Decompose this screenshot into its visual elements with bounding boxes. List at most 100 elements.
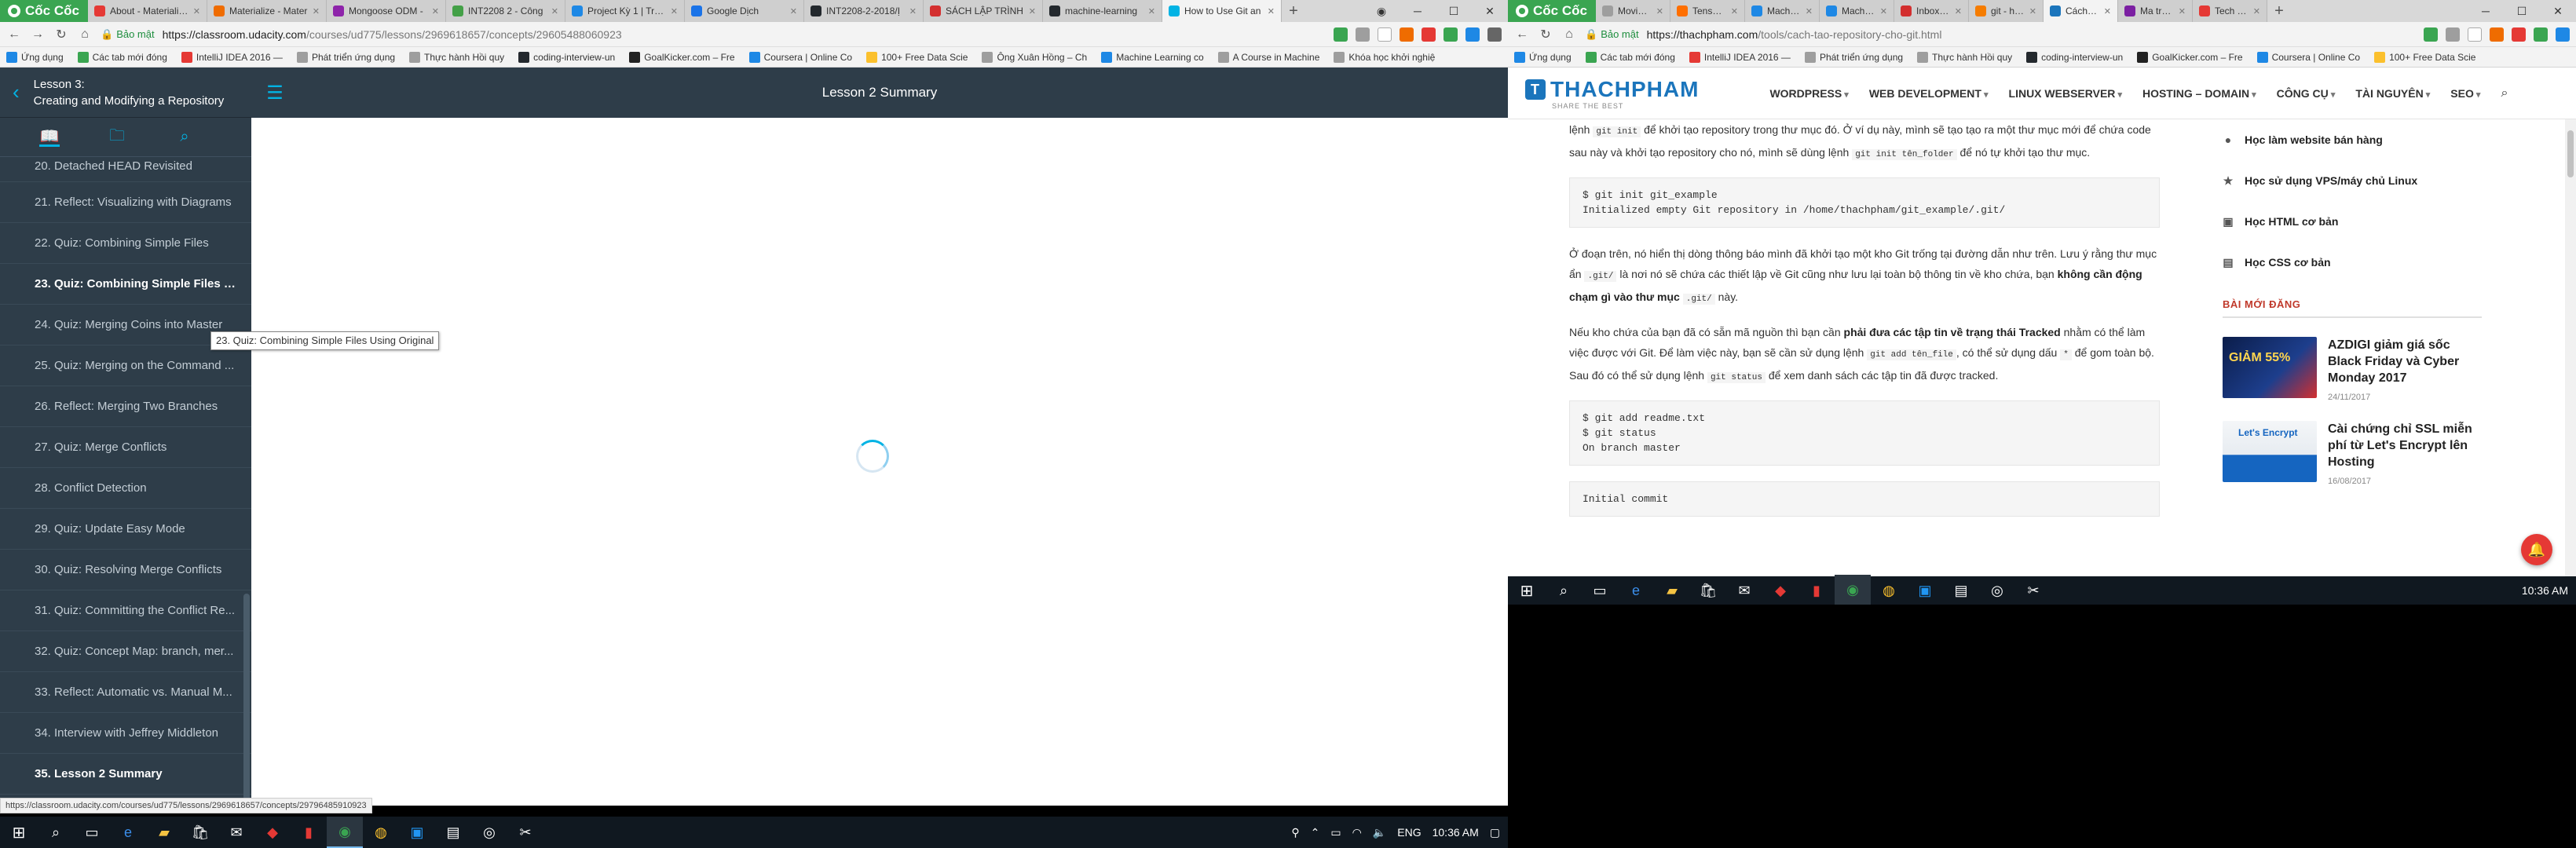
cart-extension-icon[interactable] (1334, 27, 1348, 42)
file-explorer-icon[interactable]: ▰ (146, 817, 182, 848)
bookmark-item[interactable]: Các tab mới đóng (1585, 51, 1675, 63)
sidebar-link[interactable]: ▣ Học HTML cơ bản (2223, 201, 2482, 242)
task-view-icon[interactable]: ▭ (1582, 575, 1618, 606)
tab-close-icon[interactable]: ✕ (1731, 6, 1738, 16)
back-chevron-icon[interactable]: ‹ (13, 80, 20, 104)
clock[interactable]: 10:36 AM (2522, 584, 2568, 597)
tab-close-icon[interactable]: ✕ (193, 6, 200, 16)
adblock-icon[interactable] (2512, 27, 2526, 42)
sidebar-link[interactable]: ★ Học sử dụng VPS/máy chủ Linux (2223, 160, 2482, 201)
site-logo[interactable]: T THACHPHAM SHARE THE BEST (1525, 77, 1699, 110)
store-icon[interactable]: 🛍 (1690, 575, 1726, 606)
tab-close-icon[interactable]: ✕ (313, 6, 320, 16)
browser-tab[interactable]: Moving Ca ✕ (1596, 0, 1670, 22)
windows-start-icon[interactable]: ⊞ (1508, 575, 1546, 606)
browser-tab[interactable]: About - Materialize ✕ (88, 0, 207, 22)
search-icon[interactable]: ⌕ (1546, 575, 1582, 606)
browser-tab[interactable]: Ma trận kh ✕ (2118, 0, 2193, 22)
nav-menu-item[interactable]: SEO (2450, 87, 2480, 100)
browser-tab[interactable]: INT2208 2 - Công ✕ (446, 0, 565, 22)
download-icon[interactable] (1444, 27, 1458, 42)
scrollbar-thumb[interactable] (2567, 130, 2574, 177)
bookmark-item[interactable]: Thực hành Hồi quy (1917, 51, 2012, 63)
bookmark-item[interactable]: Các tab mới đóng (77, 51, 167, 63)
concept-item[interactable]: 32. Quiz: Concept Map: branch, mer... (0, 631, 251, 672)
maximize-button[interactable]: ☐ (2504, 5, 2540, 18)
clock[interactable]: 10:36 AM (1433, 826, 1479, 839)
coccoc-brand-button[interactable]: Cốc Cốc (1508, 0, 1596, 22)
secure-indicator[interactable]: 🔒 Bảo mật (101, 28, 155, 41)
cart-extension-icon[interactable] (2424, 27, 2438, 42)
concept-item[interactable]: 23. Quiz: Combining Simple Files Usi... (0, 264, 251, 305)
concept-item[interactable]: 28. Conflict Detection (0, 468, 251, 509)
nav-menu-item[interactable]: LINUX WEBSERVER (2009, 87, 2122, 100)
url-field[interactable]: https://thachpham.com/tools/cach-tao-rep… (1647, 28, 2416, 41)
bookmark-item[interactable]: IntelliJ IDEA 2016 — (1689, 51, 1791, 63)
battery-icon[interactable]: ▭ (1330, 826, 1341, 839)
pdf-icon[interactable]: ▮ (291, 817, 327, 848)
app-icon[interactable]: ◎ (471, 817, 507, 848)
browser-tab[interactable]: Mongoose ODM - ✕ (327, 0, 446, 22)
concept-item[interactable]: 25. Quiz: Merging on the Command ... (0, 345, 251, 386)
task-view-icon[interactable]: ▭ (74, 817, 110, 848)
bookmark-item[interactable]: A Course in Machine (1217, 51, 1319, 63)
search-icon[interactable]: ⌕ (174, 128, 195, 147)
minimize-button[interactable]: ─ (1400, 5, 1436, 17)
concept-item[interactable]: 27. Quiz: Merge Conflicts (0, 427, 251, 468)
reload-icon[interactable]: ↻ (1538, 27, 1553, 42)
tab-close-icon[interactable]: ✕ (551, 6, 558, 16)
concept-item[interactable]: 33. Reflect: Automatic vs. Manual M... (0, 672, 251, 713)
concept-item[interactable]: 29. Quiz: Update Easy Mode (0, 509, 251, 550)
browser-tab[interactable]: Google Dịch ✕ (685, 0, 804, 22)
concept-item[interactable]: 20. Detached HEAD Revisited (0, 157, 251, 182)
star-bookmark-icon[interactable] (2468, 27, 2482, 42)
bookmark-item[interactable]: GoalKicker.com – Fre (629, 51, 735, 63)
tab-close-icon[interactable]: ✕ (432, 6, 439, 16)
folder-icon[interactable]: ▣ (399, 817, 435, 848)
tab-close-icon[interactable]: ✕ (1880, 6, 1887, 16)
nav-menu-item[interactable]: WORDPRESS (1769, 87, 1848, 100)
tab-close-icon[interactable]: ✕ (1955, 6, 1962, 16)
bookmark-item[interactable]: Coursera | Online Co (2256, 51, 2360, 63)
bookmark-item[interactable]: Phát triển ứng dụng (1804, 51, 1903, 63)
concept-item[interactable]: 30. Quiz: Resolving Merge Conflicts (0, 550, 251, 590)
extension-icon[interactable] (2490, 27, 2504, 42)
browser-tab[interactable]: Machine L ✕ (1745, 0, 1820, 22)
app-icon[interactable]: ◆ (1762, 575, 1798, 606)
tab-close-icon[interactable]: ✕ (1029, 6, 1036, 16)
coccoc-taskbar-icon[interactable]: ◉ (1835, 575, 1871, 606)
home-icon[interactable]: ⌂ (1561, 27, 1577, 42)
translate-extension-icon[interactable] (1356, 27, 1370, 42)
close-window-button[interactable]: ✕ (1472, 5, 1508, 18)
bookmark-item[interactable]: Ứng dụng (6, 51, 64, 63)
notification-center-icon[interactable]: ▢ (1490, 826, 1500, 839)
nav-menu-item[interactable]: HOSTING – DOMAIN (2142, 87, 2256, 100)
mail-icon[interactable]: ✉ (218, 817, 254, 848)
chrome-icon[interactable]: ◍ (363, 817, 399, 848)
pdf-icon[interactable]: ▮ (1798, 575, 1835, 606)
extension-icon[interactable] (1400, 27, 1414, 42)
concept-item[interactable]: 26. Reflect: Merging Two Branches (0, 386, 251, 427)
menu-icon[interactable] (1487, 27, 1502, 42)
tab-close-icon[interactable]: ✕ (2029, 6, 2036, 16)
notification-bell-icon[interactable]: 🔔 (2521, 534, 2552, 565)
concept-item[interactable]: 21. Reflect: Visualizing with Diagrams (0, 182, 251, 223)
bookmark-item[interactable]: Khóa học khởi nghiệ (1334, 51, 1435, 63)
post-thumbnail[interactable]: GIẢM 55% (2223, 337, 2317, 398)
tab-close-icon[interactable]: ✕ (671, 6, 678, 16)
nav-menu-item[interactable]: WEB DEVELOPMENT (1869, 87, 1989, 100)
post-title-link[interactable]: Cài chứng chỉ SSL miễn phí từ Let's Encr… (2328, 421, 2482, 470)
concept-item[interactable]: 35. Lesson 2 Summary (0, 754, 251, 795)
chrome-icon[interactable]: ◍ (1871, 575, 1907, 606)
browser-tab[interactable]: TensorFlow ✕ (1670, 0, 1745, 22)
concept-item[interactable]: 22. Quiz: Combining Simple Files (0, 223, 251, 264)
tab-close-icon[interactable]: ✕ (1148, 6, 1155, 16)
edge-icon[interactable]: e (110, 817, 146, 848)
bookmark-item[interactable]: Coursera | Online Co (748, 51, 852, 63)
bookmark-item[interactable]: GoalKicker.com – Fre (2137, 51, 2243, 63)
maximize-button[interactable]: ☐ (1436, 5, 1472, 18)
wifi-icon[interactable]: ◠ (1352, 826, 1362, 839)
secure-indicator[interactable]: 🔒 Bảo mật (1585, 28, 1639, 41)
tab-close-icon[interactable]: ✕ (2104, 6, 2111, 16)
bookmark-item[interactable]: Phát triển ứng dụng (296, 51, 395, 63)
